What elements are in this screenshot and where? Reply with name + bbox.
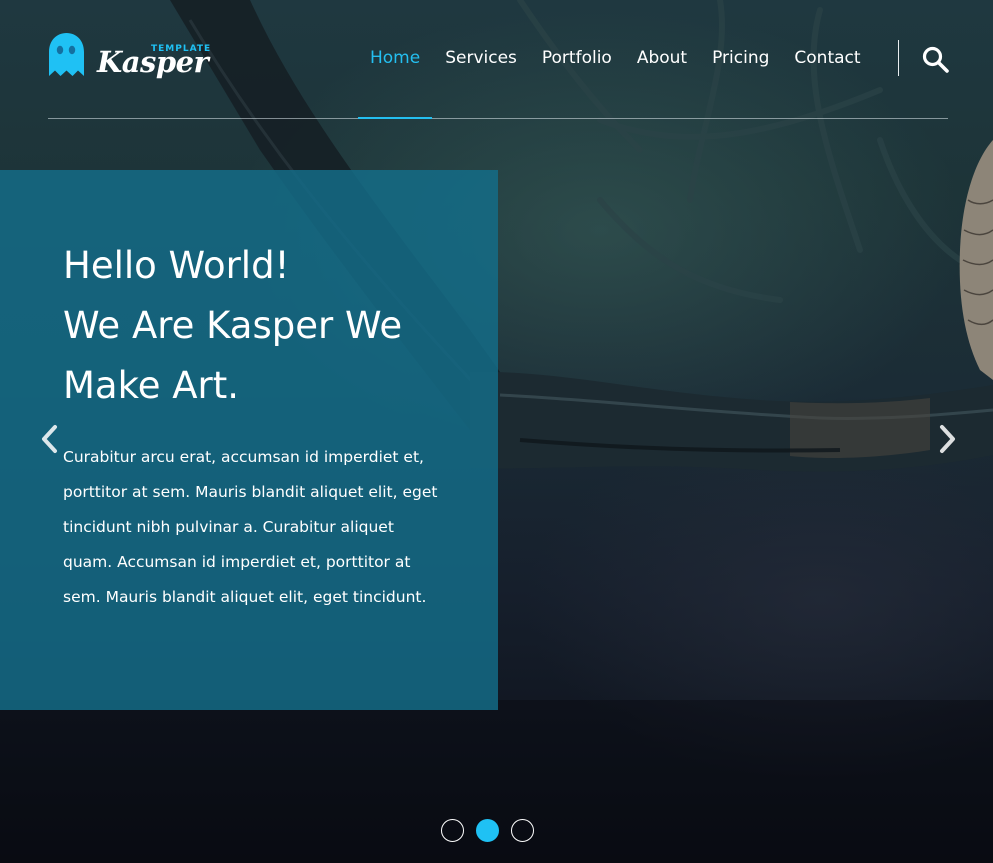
hero-paragraph: Curabitur arcu erat, accumsan id imperdi… xyxy=(63,448,438,606)
nav-item-about: About xyxy=(637,47,712,69)
nav-item-pricing: Pricing xyxy=(712,47,794,69)
nav-link-pricing[interactable]: Pricing xyxy=(712,47,769,69)
headline-line-3: Make Art. xyxy=(63,364,240,407)
chevron-right-icon[interactable] xyxy=(937,422,959,456)
nav-divider xyxy=(898,40,899,76)
nav-link-services[interactable]: Services xyxy=(445,47,517,69)
header-divider-line xyxy=(48,118,948,119)
logo-wordmark: Kasper xyxy=(97,45,209,79)
nav-item-services: Services xyxy=(445,47,542,69)
nav-link-about[interactable]: About xyxy=(637,47,687,69)
slider-dot-2[interactable] xyxy=(476,819,499,842)
ghost-icon xyxy=(49,33,84,76)
hero-headline: Hello World! We Are Kasper We Make Art. xyxy=(63,236,463,416)
slider-dot-3[interactable] xyxy=(511,819,534,842)
nav-item-home: Home xyxy=(370,47,445,69)
headline-line-1: Hello World! xyxy=(63,244,290,287)
hero-section: TEMPLATE Kasper Home Services Portfolio … xyxy=(0,0,993,863)
search-icon[interactable] xyxy=(921,45,949,73)
nav-link-home[interactable]: Home xyxy=(370,47,420,69)
slider-dot-1[interactable] xyxy=(441,819,464,842)
active-nav-indicator xyxy=(358,117,432,119)
brand-logo[interactable]: TEMPLATE Kasper xyxy=(47,32,210,82)
nav-link-portfolio[interactable]: Portfolio xyxy=(542,47,612,69)
headline-line-2: We Are Kasper We xyxy=(63,304,403,347)
nav-item-portfolio: Portfolio xyxy=(542,47,637,69)
nav-link-contact[interactable]: Contact xyxy=(794,47,860,69)
nav-item-contact: Contact xyxy=(794,47,885,69)
slider-pagination xyxy=(441,819,534,842)
chevron-left-icon[interactable] xyxy=(38,422,60,456)
main-nav: Home Services Portfolio About Pricing Co… xyxy=(370,47,886,69)
